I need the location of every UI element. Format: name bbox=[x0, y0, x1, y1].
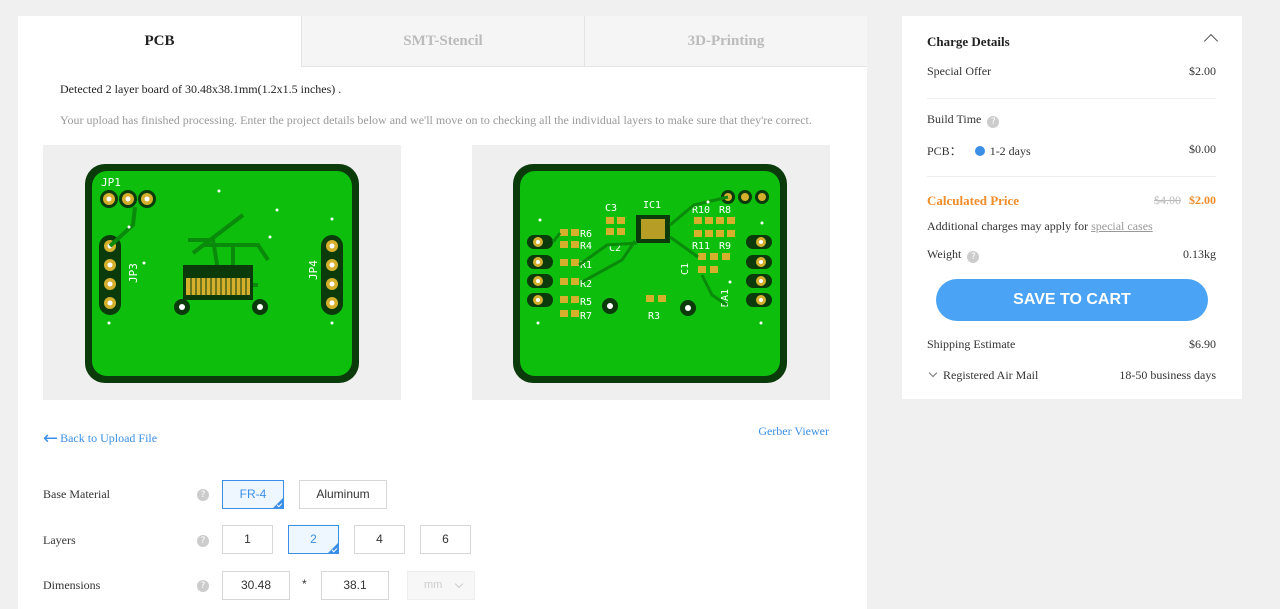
pcb-label: PCB： bbox=[927, 144, 962, 158]
pcb-bottom-image: IC1 C3 R10 R8 R6 R4 C2 R11 R9 R1 R2 R5 R… bbox=[513, 164, 787, 383]
weight-label: Weight bbox=[927, 247, 962, 261]
chevron-down-icon bbox=[454, 579, 464, 589]
silk-label: R3 bbox=[648, 311, 660, 322]
silk-label: R5 bbox=[580, 297, 592, 308]
silk-label: R8 bbox=[719, 205, 731, 216]
back-to-upload-link[interactable]: ← Back to Upload File bbox=[43, 428, 157, 449]
help-icon[interactable]: ? bbox=[197, 580, 209, 592]
shipping-estimate-label: Shipping Estimate bbox=[927, 337, 1016, 351]
help-icon[interactable]: ? bbox=[197, 535, 209, 547]
dimension-height-input[interactable]: 38.1 bbox=[321, 571, 389, 600]
layers-option-1[interactable]: 1 bbox=[222, 525, 273, 554]
build-time-label: Build Time bbox=[927, 112, 982, 126]
help-icon[interactable]: ? bbox=[967, 251, 980, 263]
layers-option-4[interactable]: 4 bbox=[354, 525, 405, 554]
discounted-price: $2.00 bbox=[1189, 193, 1216, 207]
pcb-top-image: JP1 JP3 JP4 bbox=[85, 164, 359, 383]
pcb-build-price: $0.00 bbox=[1189, 142, 1216, 156]
silk-label: C1 bbox=[680, 263, 691, 275]
silk-label: JP4 bbox=[307, 260, 320, 280]
product-tabs: PCB SMT-Stencil 3D-Printing bbox=[18, 16, 867, 67]
pcb-option-label: 1-2 days bbox=[989, 144, 1031, 158]
tab-pcb[interactable]: PCB bbox=[18, 16, 301, 67]
unit-value: mm bbox=[424, 579, 443, 591]
help-icon[interactable]: ? bbox=[987, 116, 1000, 128]
shipping-method-label: Registered Air Mail bbox=[943, 368, 1039, 382]
silk-label: R11 bbox=[692, 241, 710, 252]
silk-label: JP1 bbox=[101, 176, 121, 189]
divider bbox=[927, 98, 1216, 99]
base-material-label: Base Material bbox=[43, 487, 110, 501]
charge-details-title: Charge Details bbox=[927, 34, 1010, 49]
radio-selected-icon[interactable] bbox=[974, 146, 985, 156]
calculated-price-label: Calculated Price bbox=[927, 193, 1020, 208]
silk-label: JP3 bbox=[127, 263, 140, 283]
chevron-down-icon[interactable] bbox=[928, 368, 938, 378]
shipping-estimate-value: $6.90 bbox=[1189, 337, 1216, 351]
silk-label: R7 bbox=[580, 311, 592, 322]
shipping-method-row[interactable]: Registered Air Mail 18-50 business days bbox=[927, 368, 1216, 383]
arrow-left-icon: ← bbox=[43, 428, 59, 449]
silk-label: C3 bbox=[605, 203, 617, 214]
tab-3d-printing[interactable]: 3D-Printing bbox=[584, 16, 867, 67]
additional-charges-text: Additional charges may apply for bbox=[927, 219, 1092, 233]
weight-value: 0.13kg bbox=[1183, 247, 1216, 261]
build-time-row: Build Time ? bbox=[927, 112, 1216, 128]
base-material-fr4[interactable]: FR-4 bbox=[222, 480, 284, 509]
pcb-bottom-preview: IC1 C3 R10 R8 R6 R4 C2 R11 R9 R1 R2 R5 R… bbox=[472, 145, 830, 400]
pcb-config-panel: PCB SMT-Stencil 3D-Printing Detected 2 l… bbox=[18, 16, 867, 609]
divider bbox=[927, 176, 1216, 177]
dimension-unit-select[interactable]: mm bbox=[407, 571, 475, 600]
detected-board-text: Detected 2 layer board of 30.48x38.1mm(1… bbox=[60, 82, 342, 96]
silk-label: R9 bbox=[719, 241, 731, 252]
gerber-viewer-link[interactable]: Gerber Viewer bbox=[758, 424, 829, 439]
dimensions-label: Dimensions bbox=[43, 578, 101, 592]
tab-smt-stencil[interactable]: SMT-Stencil bbox=[301, 16, 584, 67]
special-offer-value: $2.00 bbox=[1189, 64, 1216, 78]
base-material-aluminum[interactable]: Aluminum bbox=[299, 480, 387, 509]
silk-label: R10 bbox=[692, 205, 710, 216]
save-to-cart-button[interactable]: SAVE TO CART bbox=[936, 279, 1208, 321]
processing-note: Your upload has finished processing. Ent… bbox=[60, 113, 812, 127]
special-offer-row: Special Offer $2.00 bbox=[927, 64, 1216, 79]
layers-option-2[interactable]: 2 bbox=[288, 525, 339, 554]
silk-label: R4 bbox=[580, 241, 592, 252]
calculated-price-row: Calculated Price $4.00 $2.00 bbox=[927, 193, 1216, 209]
silk-label: IC1 bbox=[643, 200, 661, 211]
shipping-estimate-row: Shipping Estimate $6.90 bbox=[927, 337, 1216, 352]
back-link-label: Back to Upload File bbox=[60, 431, 158, 445]
pcb-build-time-row[interactable]: PCB： 1-2 days $0.00 bbox=[927, 142, 1216, 159]
help-icon[interactable]: ? bbox=[197, 489, 209, 501]
layers-label: Layers bbox=[43, 533, 76, 547]
dimension-width-input[interactable]: 30.48 bbox=[222, 571, 290, 600]
original-price: $4.00 bbox=[1154, 193, 1181, 207]
charge-details-panel: Charge Details Special Offer $2.00 Build… bbox=[902, 16, 1242, 399]
layers-option-6[interactable]: 6 bbox=[420, 525, 471, 554]
special-offer-label: Special Offer bbox=[927, 64, 992, 78]
pcb-top-preview: JP1 JP3 JP4 bbox=[43, 145, 401, 400]
dimension-separator: * bbox=[302, 577, 307, 591]
weight-row: Weight ? 0.13kg bbox=[927, 247, 1216, 263]
additional-charges-note: Additional charges may apply for special… bbox=[927, 219, 1216, 234]
special-cases-link[interactable]: special cases bbox=[1091, 219, 1153, 233]
shipping-method-time: 18-50 business days bbox=[1119, 368, 1216, 382]
silk-label: R6 bbox=[580, 229, 592, 240]
